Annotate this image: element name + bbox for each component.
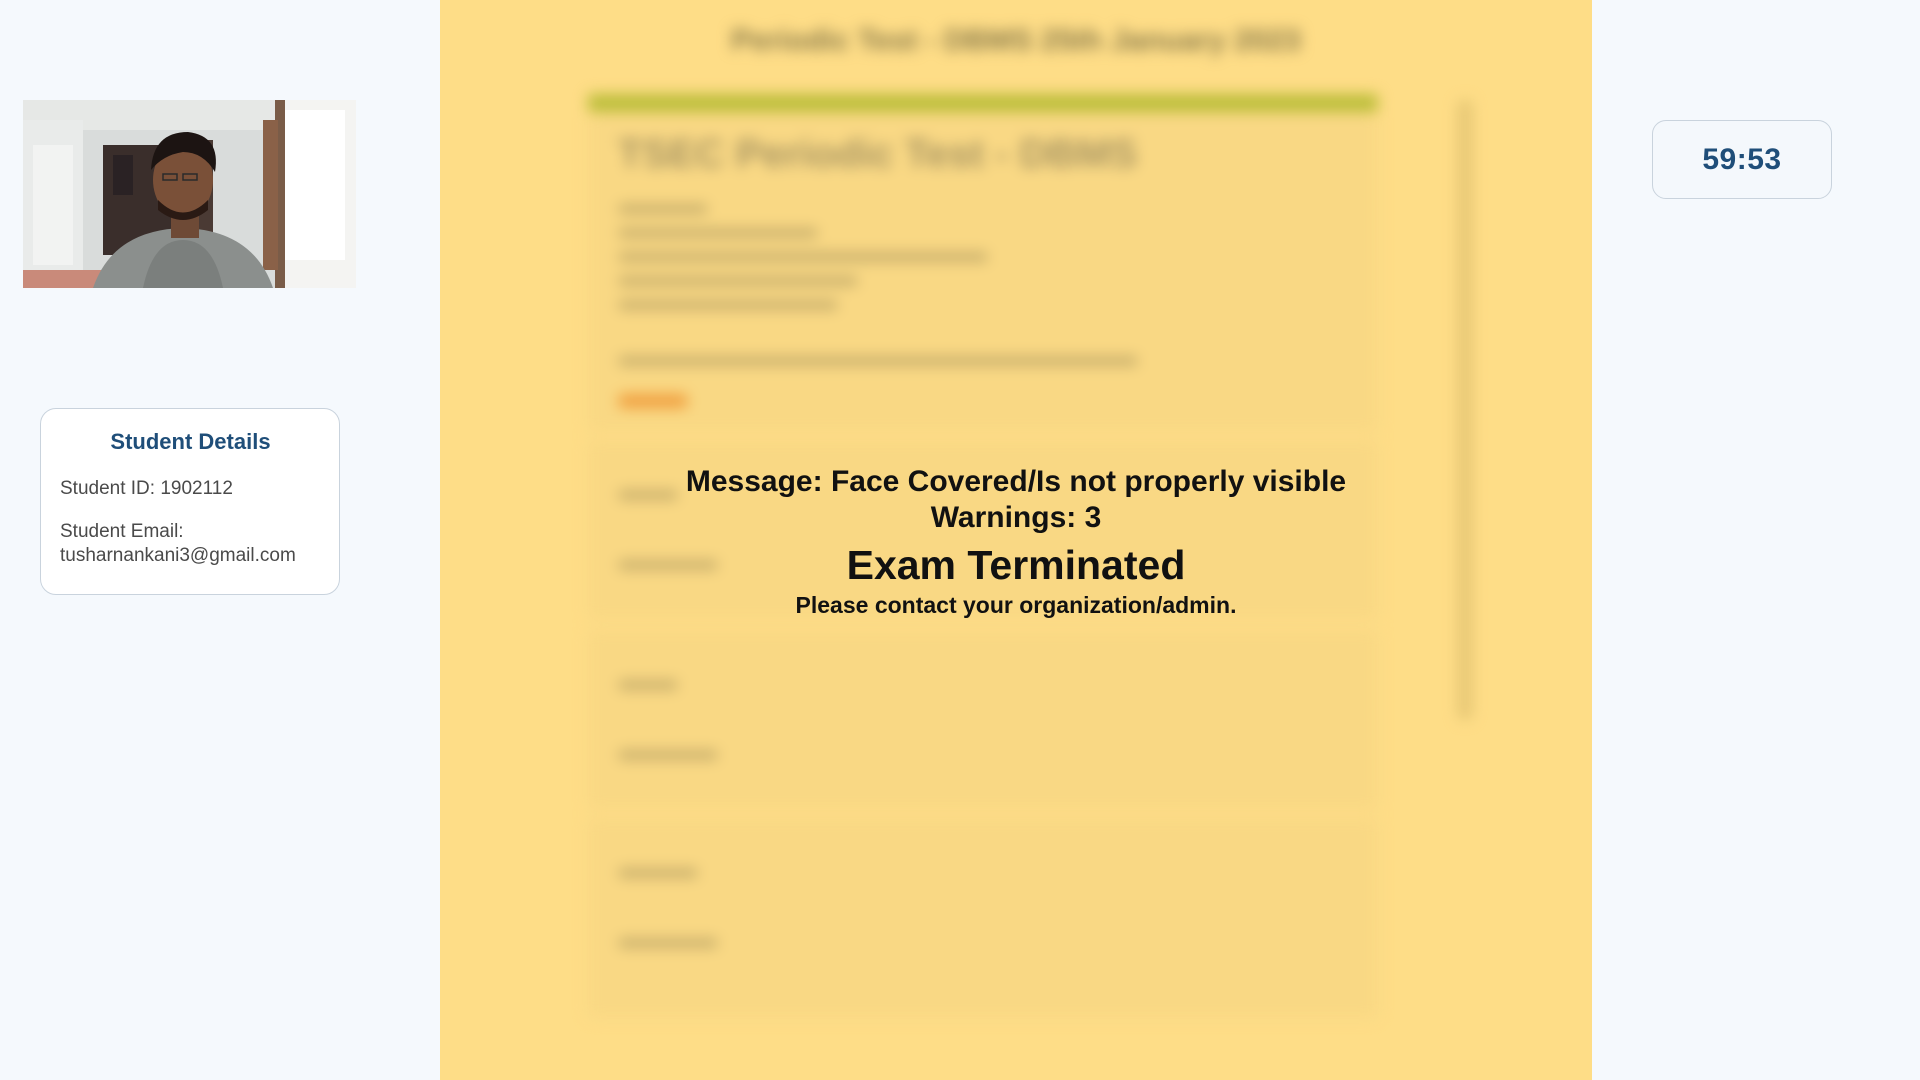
termination-message: Message: Face Covered/Is not properly vi…: [440, 464, 1592, 620]
blurred-line: [618, 750, 718, 760]
form-header-bar: [588, 94, 1378, 112]
warnings-count: Warnings: 3: [930, 501, 1102, 534]
blurred-line: [618, 680, 678, 690]
blurred-line: [618, 204, 708, 214]
contact-admin-text: Please contact your organization/admin.: [795, 592, 1237, 618]
form-question-card: [588, 630, 1378, 810]
exam-terminated-heading: Exam Terminated: [846, 542, 1186, 588]
blurred-line: [618, 228, 818, 238]
student-id-text: Student ID: 1902112: [60, 477, 321, 501]
blurred-line: [618, 300, 838, 310]
blurred-line: [618, 868, 698, 878]
student-email-row: Student Email: tusharnankani3@gmail.com: [60, 520, 321, 568]
form-intro-card: TSEC Periodic Test - DBMS: [588, 112, 1378, 432]
exam-timer: 59:53: [1652, 120, 1832, 199]
student-email-value: tusharnankani3@gmail.com: [60, 545, 296, 566]
student-id-value: 1902112: [160, 478, 233, 499]
blurred-line: [618, 252, 988, 262]
student-id-row: Student ID: 1902112: [60, 477, 321, 501]
student-email-label: Student Email:: [60, 521, 184, 542]
scrollbar: [1458, 100, 1472, 720]
blurred-line: [618, 356, 1138, 366]
form-question-card: [588, 818, 1378, 1018]
required-marker: [618, 394, 688, 408]
webcam-feed: [23, 100, 356, 288]
student-details-title: Student Details: [110, 429, 271, 454]
blurred-form-title: TSEC Periodic Test - DBMS: [618, 132, 1138, 176]
violation-message: Message: Face Covered/Is not properly vi…: [685, 465, 1347, 498]
exam-area: Periodic Test - DBMS 25th January 2023 T…: [440, 0, 1592, 1080]
blurred-exam-title: Periodic Test - DBMS 25th January 2023: [731, 24, 1301, 57]
webcam-image: [23, 100, 356, 288]
student-id-label: Student ID:: [60, 478, 156, 499]
blurred-line: [618, 276, 858, 286]
blurred-line: [618, 938, 718, 948]
student-details-card: Student Details Student ID: 1902112 Stud…: [40, 408, 340, 595]
